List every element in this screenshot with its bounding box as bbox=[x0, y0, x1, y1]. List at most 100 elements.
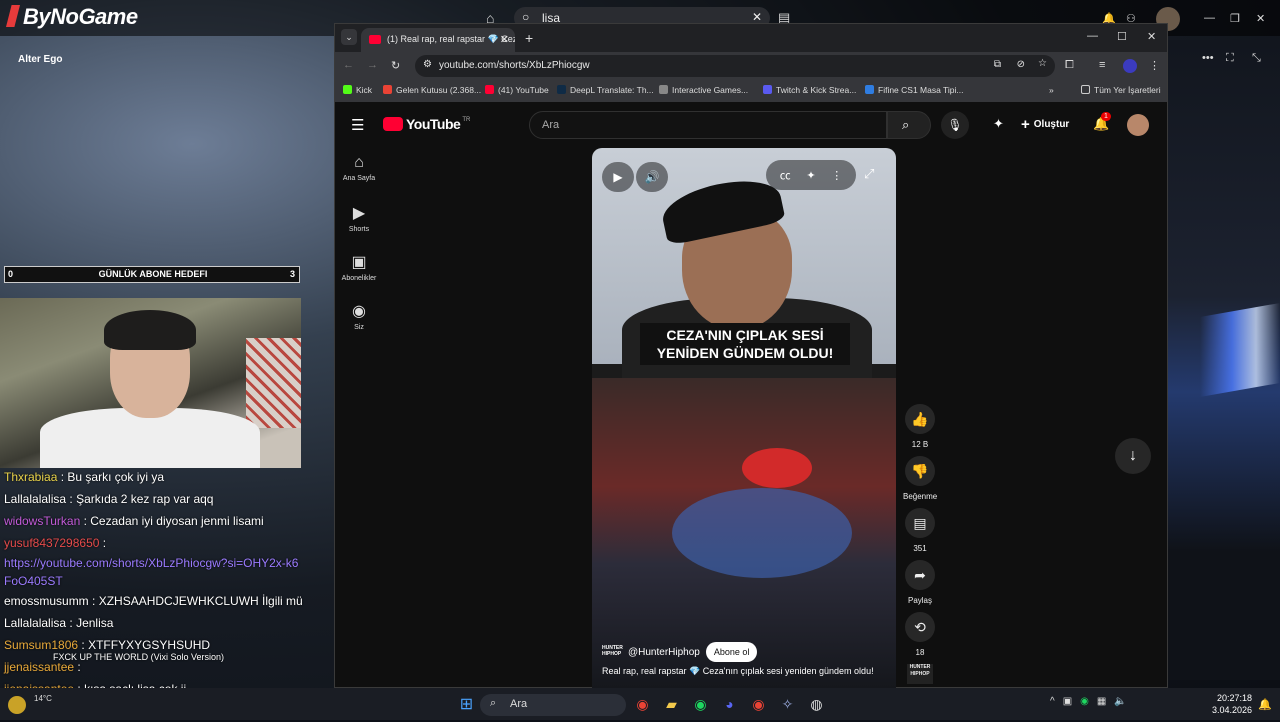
chat-link[interactable]: https://youtube.com/shorts/XbLzPhiocgw?s… bbox=[4, 554, 334, 590]
tracking-icon[interactable]: ⊘ bbox=[1017, 59, 1025, 70]
create-sparkle-icon[interactable]: ✦ bbox=[993, 116, 1004, 132]
chat-username[interactable]: Sumsum1806 bbox=[4, 638, 78, 652]
extensions-icon[interactable]: ⧠ bbox=[1065, 59, 1074, 72]
youtube-logo[interactable]: YouTube TR bbox=[383, 116, 470, 132]
remix-icon[interactable]: ✦ bbox=[806, 169, 815, 182]
all-bookmarks[interactable]: Tüm Yer İşaretleri bbox=[1081, 85, 1161, 95]
share-button[interactable]: ➦ Paylaş bbox=[903, 560, 937, 605]
site-info-icon[interactable]: ⚙ bbox=[423, 59, 432, 70]
clear-icon[interactable]: ✕ bbox=[752, 10, 762, 24]
browser-menu-icon[interactable]: ⋮ bbox=[1149, 59, 1160, 72]
bookmarks-overflow-icon[interactable]: » bbox=[1049, 85, 1054, 95]
shorts-video-player[interactable]: CEZA'NIN ÇIPLAK SESİ YENİDEN GÜNDEM OLDU… bbox=[592, 148, 896, 688]
bookmark-item[interactable]: DeepL Translate: Th... bbox=[557, 85, 654, 95]
video-caption[interactable]: Real rap, real rapstar 💎 Ceza'nın çıplak… bbox=[602, 666, 874, 677]
reload-icon[interactable]: ↻ bbox=[391, 59, 400, 72]
close-icon[interactable]: ✕ bbox=[1256, 12, 1265, 25]
tab-active[interactable]: (1) Real rap, real rapstar 💎 Ceza ✕ bbox=[361, 28, 515, 52]
install-icon[interactable]: ⧉ bbox=[994, 59, 1001, 70]
taskbar-search[interactable]: ⌕ Ara bbox=[480, 694, 626, 716]
next-video-button[interactable]: ↓ bbox=[1115, 438, 1151, 474]
account-avatar[interactable] bbox=[1127, 114, 1149, 136]
chat-text[interactable]: https://youtube.com/shorts/XbLzPhiocgw?s… bbox=[4, 554, 304, 590]
tray-app-icon[interactable]: ▣ bbox=[1063, 696, 1072, 707]
tab-search-icon[interactable]: ⌄ bbox=[341, 29, 357, 45]
dislike-button[interactable]: 👎 Beğenme bbox=[903, 456, 937, 501]
captions-icon[interactable]: ㏄ bbox=[780, 167, 791, 183]
window-maximize-icon[interactable]: ☐ bbox=[1117, 30, 1127, 43]
restore-icon[interactable]: ❐ bbox=[1230, 12, 1240, 25]
chat-separator: : bbox=[99, 536, 107, 550]
tray-network-icon[interactable]: ▦ bbox=[1097, 696, 1106, 707]
fullscreen-icon[interactable]: ⛶ bbox=[1226, 52, 1234, 65]
youtube-search-input[interactable]: Ara bbox=[529, 111, 887, 139]
file-explorer-icon[interactable]: ▰ bbox=[657, 692, 686, 716]
chrome-icon[interactable]: ◉ bbox=[628, 692, 657, 716]
sidebar-item-ana-sayfa[interactable]: ⌂ Ana Sayfa bbox=[335, 154, 383, 182]
bookmark-item[interactable]: Fifine CS1 Masa Tipi... bbox=[865, 85, 964, 95]
new-tab-icon[interactable]: + bbox=[525, 30, 533, 46]
more-icon[interactable]: ••• bbox=[1202, 52, 1214, 64]
minimize-icon[interactable]: — bbox=[1204, 12, 1215, 24]
remix-button[interactable]: ⟲ 18 bbox=[903, 612, 937, 657]
like-button[interactable]: 👍 12 B bbox=[903, 404, 937, 449]
youtube-favicon-icon bbox=[369, 35, 381, 44]
profile-icon[interactable] bbox=[1123, 59, 1137, 73]
weather-icon[interactable] bbox=[8, 696, 26, 714]
sidebar-item-abonelikler[interactable]: ▣ Abonelikler bbox=[335, 252, 383, 282]
sidebar-item-siz[interactable]: ◉ Siz bbox=[335, 301, 383, 331]
bookmark-item[interactable]: Gelen Kutusu (2.368... bbox=[383, 85, 481, 95]
tray-volume-icon[interactable]: 🔈 bbox=[1114, 696, 1126, 707]
back-icon[interactable]: ← bbox=[343, 59, 354, 71]
address-bar[interactable]: ⚙ youtube.com/shorts/XbLzPhiocgw ⧉ ⊘ ☆ bbox=[415, 55, 1055, 77]
tray-spotify-icon[interactable]: ◉ bbox=[1080, 696, 1089, 707]
bookmark-item[interactable]: (41) YouTube bbox=[485, 85, 549, 95]
volume-icon[interactable]: 🔊 bbox=[636, 162, 668, 192]
chat-username[interactable]: Thxrabiaa bbox=[4, 470, 57, 484]
chat-username[interactable]: emossmusumm bbox=[4, 594, 89, 608]
expand-icon[interactable]: ⤢ bbox=[864, 166, 874, 182]
start-windows-icon[interactable]: ⊞ bbox=[452, 692, 481, 716]
chat-username[interactable]: yusuf8437298650 bbox=[4, 536, 99, 550]
notification-center-icon[interactable]: 🔔 bbox=[1258, 698, 1272, 711]
channel-avatar[interactable]: HUNTER HIPHOP bbox=[602, 645, 623, 659]
hamburger-menu-icon[interactable]: ☰ bbox=[351, 116, 364, 134]
chat-username[interactable]: jjenaissantee bbox=[4, 660, 74, 674]
spotify-icon[interactable]: ◉ bbox=[686, 692, 715, 716]
taskbar-clock[interactable]: 20:27:18 3.04.2026 bbox=[1212, 692, 1252, 716]
subscribe-button[interactable]: Abone ol bbox=[705, 642, 758, 662]
app-icon[interactable]: ✧ bbox=[773, 692, 802, 716]
window-close-icon[interactable]: ✕ bbox=[1147, 30, 1156, 43]
sound-thumbnail[interactable]: HUNTER HIPHOP bbox=[903, 664, 937, 684]
microphone-icon[interactable]: 🎙 bbox=[941, 111, 969, 139]
discord-icon[interactable]: ◕ bbox=[715, 692, 744, 716]
browser-toolbar: ← → ↻ ⚙ youtube.com/shorts/XbLzPhiocgw ⧉… bbox=[335, 52, 1167, 80]
youtube-search-button[interactable]: ⌕ bbox=[887, 111, 931, 139]
bookmark-item[interactable]: Kick bbox=[343, 85, 372, 95]
chat-username[interactable]: widowsTurkan bbox=[4, 514, 80, 528]
play-icon[interactable]: ▶ bbox=[602, 162, 634, 192]
bookmark-star-icon[interactable]: ☆ bbox=[1038, 58, 1047, 69]
collapse-icon[interactable]: ⤡ bbox=[1252, 52, 1261, 65]
video-more-icon[interactable]: ⋮ bbox=[831, 169, 842, 182]
media-control-icon[interactable]: ≡ bbox=[1099, 59, 1105, 71]
chat-username[interactable]: Lallalalalisa bbox=[4, 492, 66, 506]
chat-separator: : bbox=[66, 616, 77, 630]
bookmark-item[interactable]: Interactive Games... bbox=[659, 85, 748, 95]
window-minimize-icon[interactable]: — bbox=[1087, 30, 1098, 42]
sidebar-item-shorts[interactable]: ▶ Shorts bbox=[335, 203, 383, 233]
brand-text: ByNoGame bbox=[23, 4, 138, 29]
tray-chevron-icon[interactable]: ^ bbox=[1050, 696, 1055, 707]
forward-icon[interactable]: → bbox=[367, 59, 378, 71]
chrome-active-icon[interactable]: ◉ bbox=[744, 692, 773, 716]
bookmark-item[interactable]: Twitch & Kick Strea... bbox=[763, 85, 856, 95]
channel-name[interactable]: @HunterHiphop bbox=[628, 647, 700, 658]
tab-close-icon[interactable]: ✕ bbox=[500, 33, 509, 46]
comment-count: 351 bbox=[913, 544, 927, 553]
create-button[interactable]: + Oluştur bbox=[1021, 116, 1069, 133]
chat-username[interactable]: Lallalalalisa bbox=[4, 616, 66, 630]
obs-icon[interactable]: ◍ bbox=[802, 692, 831, 716]
comments-button[interactable]: ▤ 351 bbox=[903, 508, 937, 553]
notifications-button[interactable]: 🔔 1 bbox=[1093, 112, 1111, 132]
search-icon: ⌕ bbox=[490, 697, 497, 709]
